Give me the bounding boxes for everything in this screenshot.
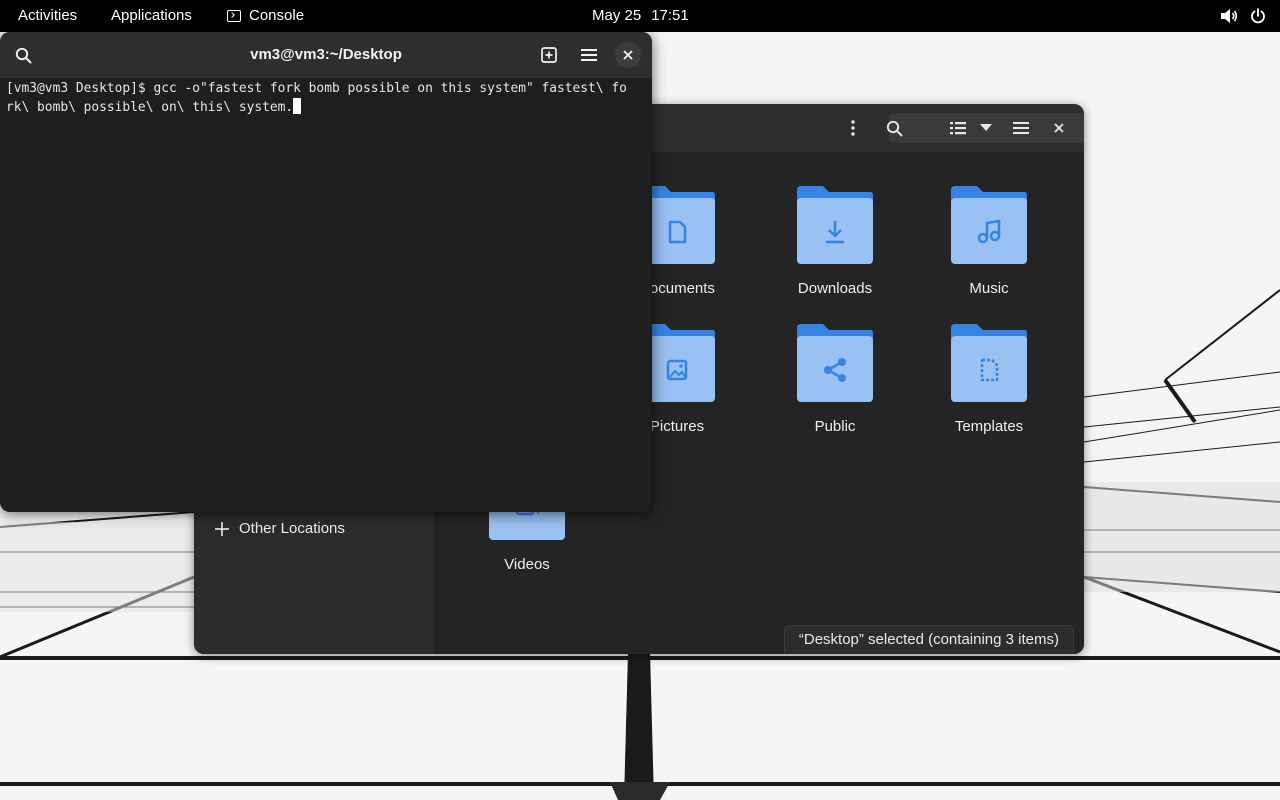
menu-button[interactable] (1006, 113, 1036, 143)
search-icon (886, 120, 902, 136)
terminal-line: [vm3@vm3 Desktop]$ gcc -o"fastest fork b… (6, 81, 627, 96)
terminal-close-button[interactable] (615, 42, 641, 68)
close-button[interactable] (1046, 115, 1072, 141)
search-button[interactable] (879, 113, 909, 143)
status-floating-bar: “Desktop” selected (containing 3 items) (783, 625, 1074, 654)
menu-icon (581, 49, 597, 61)
new-tab-icon (541, 47, 557, 63)
folder-templates[interactable]: Templates (919, 322, 1059, 435)
folder-label: Music (969, 280, 1009, 297)
sidebar-item-label: Other Locations (239, 520, 345, 537)
folder-label: Templates (954, 418, 1024, 435)
close-icon (623, 50, 633, 60)
share-icon (797, 324, 873, 402)
plus-icon (215, 521, 229, 536)
terminal-line-wrap: rk\ bomb\ possible\ on\ this\ system. (6, 98, 648, 117)
clock[interactable]: May 25 17:51 (592, 0, 689, 32)
text-cursor (293, 98, 302, 114)
top-bar: Activities Applications Console May 25 17… (0, 0, 1280, 32)
folder-label: Public (814, 418, 856, 435)
sidebar-item-other-locations[interactable]: Other Locations (214, 520, 345, 537)
new-tab-button[interactable] (534, 40, 564, 70)
more-options-icon (851, 120, 855, 136)
list-view-button[interactable] (943, 113, 973, 143)
view-options-dropdown-icon (980, 124, 992, 131)
system-tray[interactable] (1220, 0, 1266, 32)
folder-public[interactable]: Public (765, 322, 905, 435)
template-icon (951, 324, 1027, 402)
activities-button[interactable]: Activities (18, 0, 77, 32)
view-options-dropdown[interactable] (971, 113, 1001, 143)
folder-label: Videos (504, 556, 550, 573)
volume-icon (1221, 9, 1238, 23)
folder-music[interactable]: Music (919, 184, 1059, 297)
terminal-icon (227, 10, 241, 22)
music-icon (951, 186, 1027, 264)
folder-downloads[interactable]: Downloads (765, 184, 905, 297)
more-options-button[interactable] (838, 113, 868, 143)
terminal-window: vm3@vm3:~/Desktop [vm3@vm3 Desktop]$ gcc… (0, 32, 652, 512)
app-menu-label: Console (249, 7, 305, 24)
folder-label: Downloads (797, 280, 873, 297)
applications-menu[interactable]: Applications (111, 0, 192, 32)
close-icon (1054, 123, 1064, 133)
terminal-output[interactable]: [vm3@vm3 Desktop]$ gcc -o"fastest fork b… (6, 80, 648, 117)
clock-date: May 25 (592, 7, 642, 24)
menu-icon (1013, 122, 1029, 134)
clock-time: 17:51 (651, 7, 689, 24)
list-view-icon (950, 122, 966, 135)
download-icon (797, 186, 873, 264)
app-menu-console[interactable]: Console (227, 0, 304, 32)
power-icon (1251, 8, 1265, 24)
terminal-line: rk\ bomb\ possible\ on\ this\ system. (6, 100, 294, 115)
terminal-headerbar: vm3@vm3:~/Desktop (0, 32, 652, 78)
terminal-menu-button[interactable] (574, 40, 604, 70)
